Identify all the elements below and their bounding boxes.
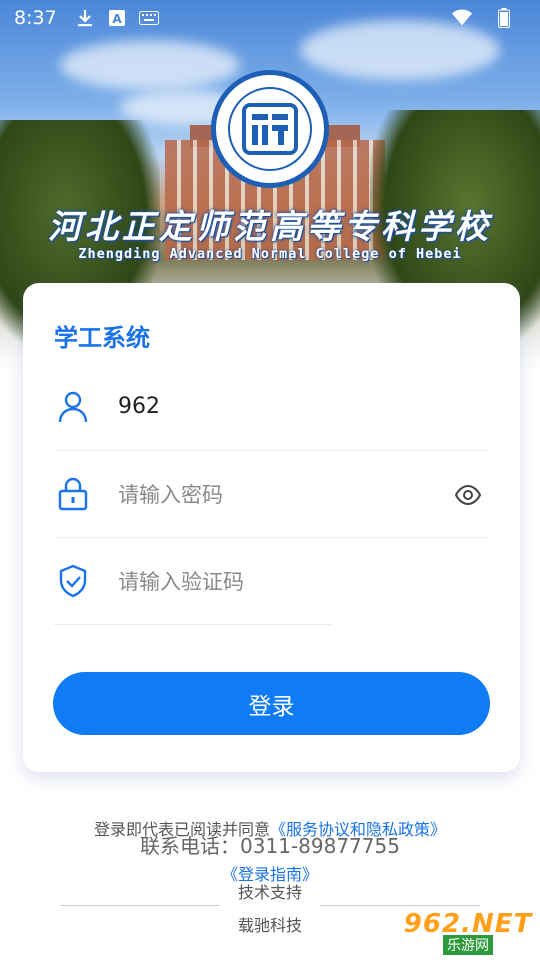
password-field[interactable]: 请输入密码 [54,450,490,538]
school-logo [211,70,329,188]
show-password-eye-icon[interactable] [454,481,482,509]
user-icon [54,388,92,426]
site-watermark-logo: 962.NET 乐游网 [402,909,534,955]
login-card: 学工系统 962 请输入密码 请输入验证码 登录 [23,283,520,772]
status-bar: 8:37 A [0,0,540,36]
login-button[interactable]: 登录 [53,672,490,735]
contact-phone: 联系电话：0311-89877755 [140,834,400,858]
status-time: 8:37 [14,7,57,29]
footer-divider-left [60,905,220,906]
school-name-en: Zhengding Advanced Normal College of Heb… [78,246,462,262]
shield-check-icon [54,562,92,600]
footer-divider-right [320,905,480,906]
captcha-field[interactable]: 请输入验证码 [54,537,332,625]
font-icon: A [107,8,127,28]
system-title: 学工系统 [54,324,150,352]
watermark-sub: 乐游网 [443,935,493,955]
logo-emblem-icon [228,87,312,171]
school-name-cn: 河北正定师范高等专科学校 [48,207,492,246]
username-field[interactable]: 962 [54,363,490,451]
battery-icon [494,8,514,28]
username-input[interactable]: 962 [118,394,160,419]
captcha-input[interactable]: 请输入验证码 [118,566,244,596]
download-icon [75,8,95,28]
wifi-icon [452,8,472,28]
lock-icon [54,475,92,513]
keyboard-icon [138,8,159,28]
svg-text:A: A [112,12,122,26]
password-input[interactable]: 请输入密码 [118,479,223,509]
tech-support-label: 技术支持 [237,883,302,902]
